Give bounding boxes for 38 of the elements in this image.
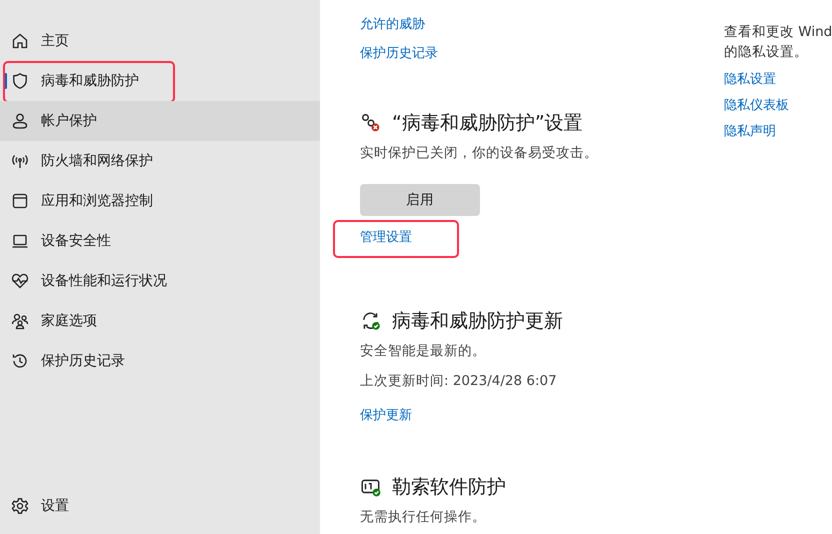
sync-check-icon [360, 310, 382, 332]
link[interactable]: 隐私设置 [724, 70, 776, 88]
link[interactable]: 保护历史记录 [360, 44, 438, 62]
history-icon [11, 352, 29, 370]
sidebar-item[interactable]: 主页 [0, 21, 320, 61]
sidebar-item[interactable]: 设备安全性 [0, 221, 320, 261]
link[interactable]: 允许的威胁 [360, 15, 425, 33]
link[interactable]: 保护更新 [360, 408, 412, 423]
settings-item[interactable]: 设置 [0, 486, 320, 526]
enable-button[interactable]: 启用 [360, 184, 480, 216]
link[interactable]: 隐私声明 [724, 122, 776, 140]
sidebar-item[interactable]: 帐户保护 [0, 101, 320, 141]
sidebar-item[interactable]: 防火墙和网络保护 [0, 141, 320, 181]
description-text: 的隐私设置。 [724, 43, 809, 62]
heartbeat-icon [11, 272, 29, 290]
sidebar-item[interactable]: 家庭选项 [0, 301, 320, 341]
window-icon [11, 192, 29, 210]
settings-icon [11, 497, 29, 515]
section-title: “病毒和威胁防护”设置 [392, 111, 583, 136]
sidebar-item[interactable]: 应用和浏览器控制 [0, 181, 320, 221]
status-text: 无需执行任何操作。 [360, 508, 486, 526]
sidebar-item[interactable]: 保护历史记录 [0, 341, 320, 381]
status-text: 安全智能是最新的。 [360, 342, 486, 360]
gear-alert-icon [360, 112, 382, 134]
status-text: 上次更新时间: 2023/4/28 6:07 [360, 372, 557, 390]
selection-indicator [4, 73, 7, 89]
sidebar-item[interactable]: 设备性能和运行状况 [0, 261, 320, 301]
description-text: 查看和更改 Wind [724, 23, 832, 42]
section-title: 病毒和威胁防护更新 [392, 309, 563, 334]
link[interactable]: 管理设置 [333, 220, 459, 258]
person-icon [11, 112, 29, 130]
section-title: 勒索软件防护 [392, 475, 506, 500]
status-text: 实时保护已关闭，你的设备易受攻击。 [360, 144, 598, 162]
home-icon [11, 32, 29, 50]
people-icon [11, 312, 29, 330]
shield-icon [11, 72, 29, 90]
link[interactable]: 隐私仪表板 [724, 96, 789, 114]
laptop-icon [11, 232, 29, 250]
